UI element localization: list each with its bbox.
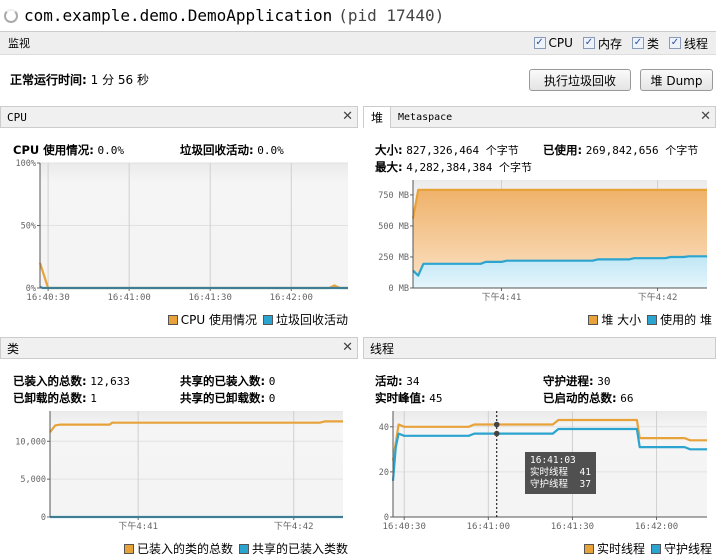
x-tick-label: 下午4:42	[638, 291, 678, 303]
x-tick-label: 16:41:00	[107, 293, 150, 303]
x-tick-label: 16:41:30	[551, 522, 594, 532]
x-tick-label: 16:42:00	[270, 293, 313, 303]
y-tick-label: 0	[41, 513, 46, 523]
classes-chart: 0 5,000 10,000 下午4:41 下午4:42	[15, 411, 343, 532]
y-tick-label: 5,000	[20, 475, 46, 485]
y-tick-label: 250 MB	[378, 253, 409, 263]
heap-chart: 0 MB 250 MB 500 MB 750 MB 下午4:41 下午4:42	[378, 180, 707, 303]
y-tick-label: 500 MB	[378, 222, 409, 232]
tooltip-row: 实时线程 41	[530, 467, 591, 478]
x-tick-label: 16:40:30	[383, 522, 426, 532]
thread-tooltip: 16:41:03 实时线程 41 守护线程 37	[525, 452, 596, 494]
y-tick-label: 10,000	[15, 437, 46, 447]
x-tick-label: 16:40:30	[26, 293, 69, 303]
cpu-chart: 0%50%100%16:40:30 16:41:00 16:41:30 16:42:0…	[16, 159, 348, 303]
charts-layer: 0%50%100%16:40:30 16:41:00 16:41:30 16:42:0…	[15, 159, 707, 532]
x-tick-label: 16:41:30	[189, 293, 232, 303]
tooltip-row: 守护线程 37	[530, 479, 591, 490]
plot-background	[50, 411, 343, 517]
tooltip-time: 16:41:03	[530, 455, 576, 466]
y-tick-label: 0 MB	[389, 284, 409, 294]
x-tick-label: 16:41:00	[467, 522, 510, 532]
x-tick-label: 16:42:00	[635, 522, 678, 532]
y-tick-label: 100%	[16, 159, 36, 169]
crosshair-point	[493, 421, 500, 428]
y-tick-label: 50%	[21, 222, 36, 232]
y-tick-label: 40	[379, 423, 389, 433]
y-tick-label: 750 MB	[378, 191, 409, 201]
x-tick-label: 下午4:41	[482, 291, 522, 303]
x-tick-label: 下午4:41	[118, 520, 158, 532]
x-tick-label: 下午4:42	[274, 520, 314, 532]
crosshair-point	[493, 430, 500, 437]
y-tick-label: 20	[379, 468, 389, 478]
